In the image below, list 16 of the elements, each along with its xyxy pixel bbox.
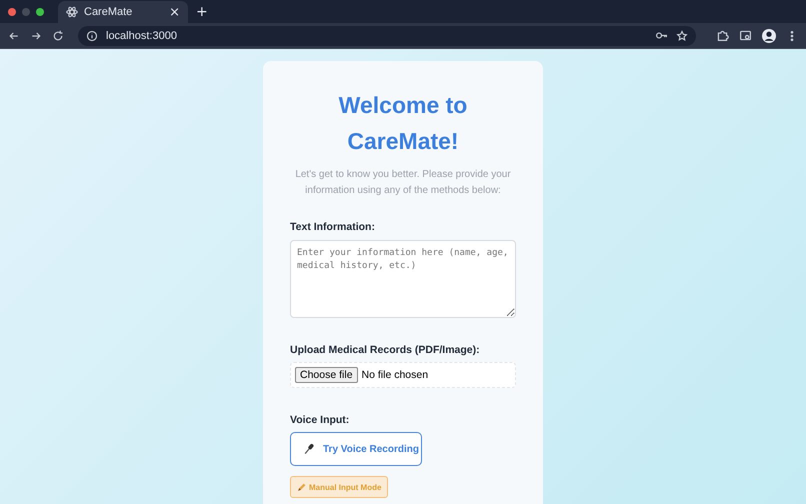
choose-file-button[interactable]: Choose file (295, 367, 358, 383)
file-status-text: No file chosen (362, 369, 428, 381)
voice-recording-button[interactable]: Try Voice Recording (290, 432, 422, 466)
url-text: localhost:3000 (106, 30, 178, 42)
intro-text: Let's get to know you better. Please provide your information using any of the methods below: (294, 168, 512, 198)
section-label: Upload Medical Records (PDF/Image): (290, 344, 481, 356)
address-bar[interactable]: localhost:3000 (78, 26, 696, 46)
section-label: Voice Input: (290, 414, 350, 426)
section-label: Text Information: (290, 221, 376, 233)
close-tab-button[interactable]: × (169, 4, 180, 20)
information-input[interactable]: Enter your information here (name, age, medical history, etc.) (290, 240, 516, 318)
file-upload-field[interactable]: Choose file No file chosen (290, 362, 516, 388)
new-tab-button[interactable]: + (196, 4, 208, 20)
browser-tab[interactable]: CareMate × (58, 1, 188, 23)
tab-title: CareMate (84, 6, 134, 18)
welcome-heading: Welcome to CareMate! (338, 91, 468, 156)
